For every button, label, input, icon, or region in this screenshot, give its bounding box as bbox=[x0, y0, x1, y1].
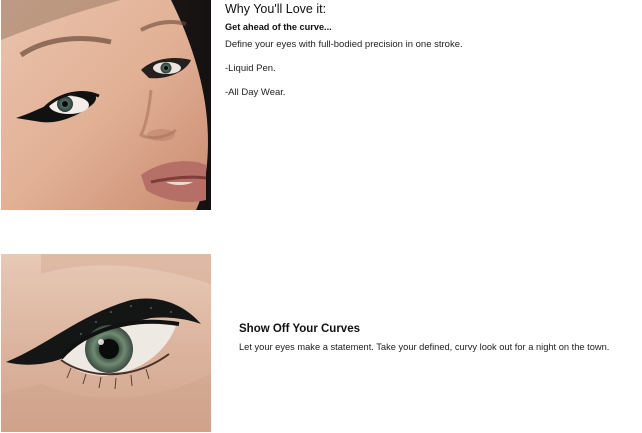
section-description: Let your eyes make a statement. Take you… bbox=[239, 342, 610, 352]
eye-closeup-eyeliner-image bbox=[1, 254, 211, 432]
feature-block-bottom: Show Off Your Curves Let your eyes make … bbox=[239, 322, 639, 354]
section-heading: Why You'll Love it: bbox=[225, 2, 327, 16]
feature-block-top: Why You'll Love it: Get ahead of the cur… bbox=[225, 1, 635, 110]
feature-line-liquid-pen: -Liquid Pen. bbox=[225, 63, 276, 74]
model-face-eyeliner-image bbox=[1, 0, 211, 210]
feature-line-all-day-wear: -All Day Wear. bbox=[225, 87, 286, 98]
section-subheading: Get ahead of the curve... bbox=[225, 22, 332, 32]
description-line: Define your eyes with full-bodied precis… bbox=[225, 39, 463, 50]
section-heading: Show Off Your Curves bbox=[239, 323, 360, 335]
